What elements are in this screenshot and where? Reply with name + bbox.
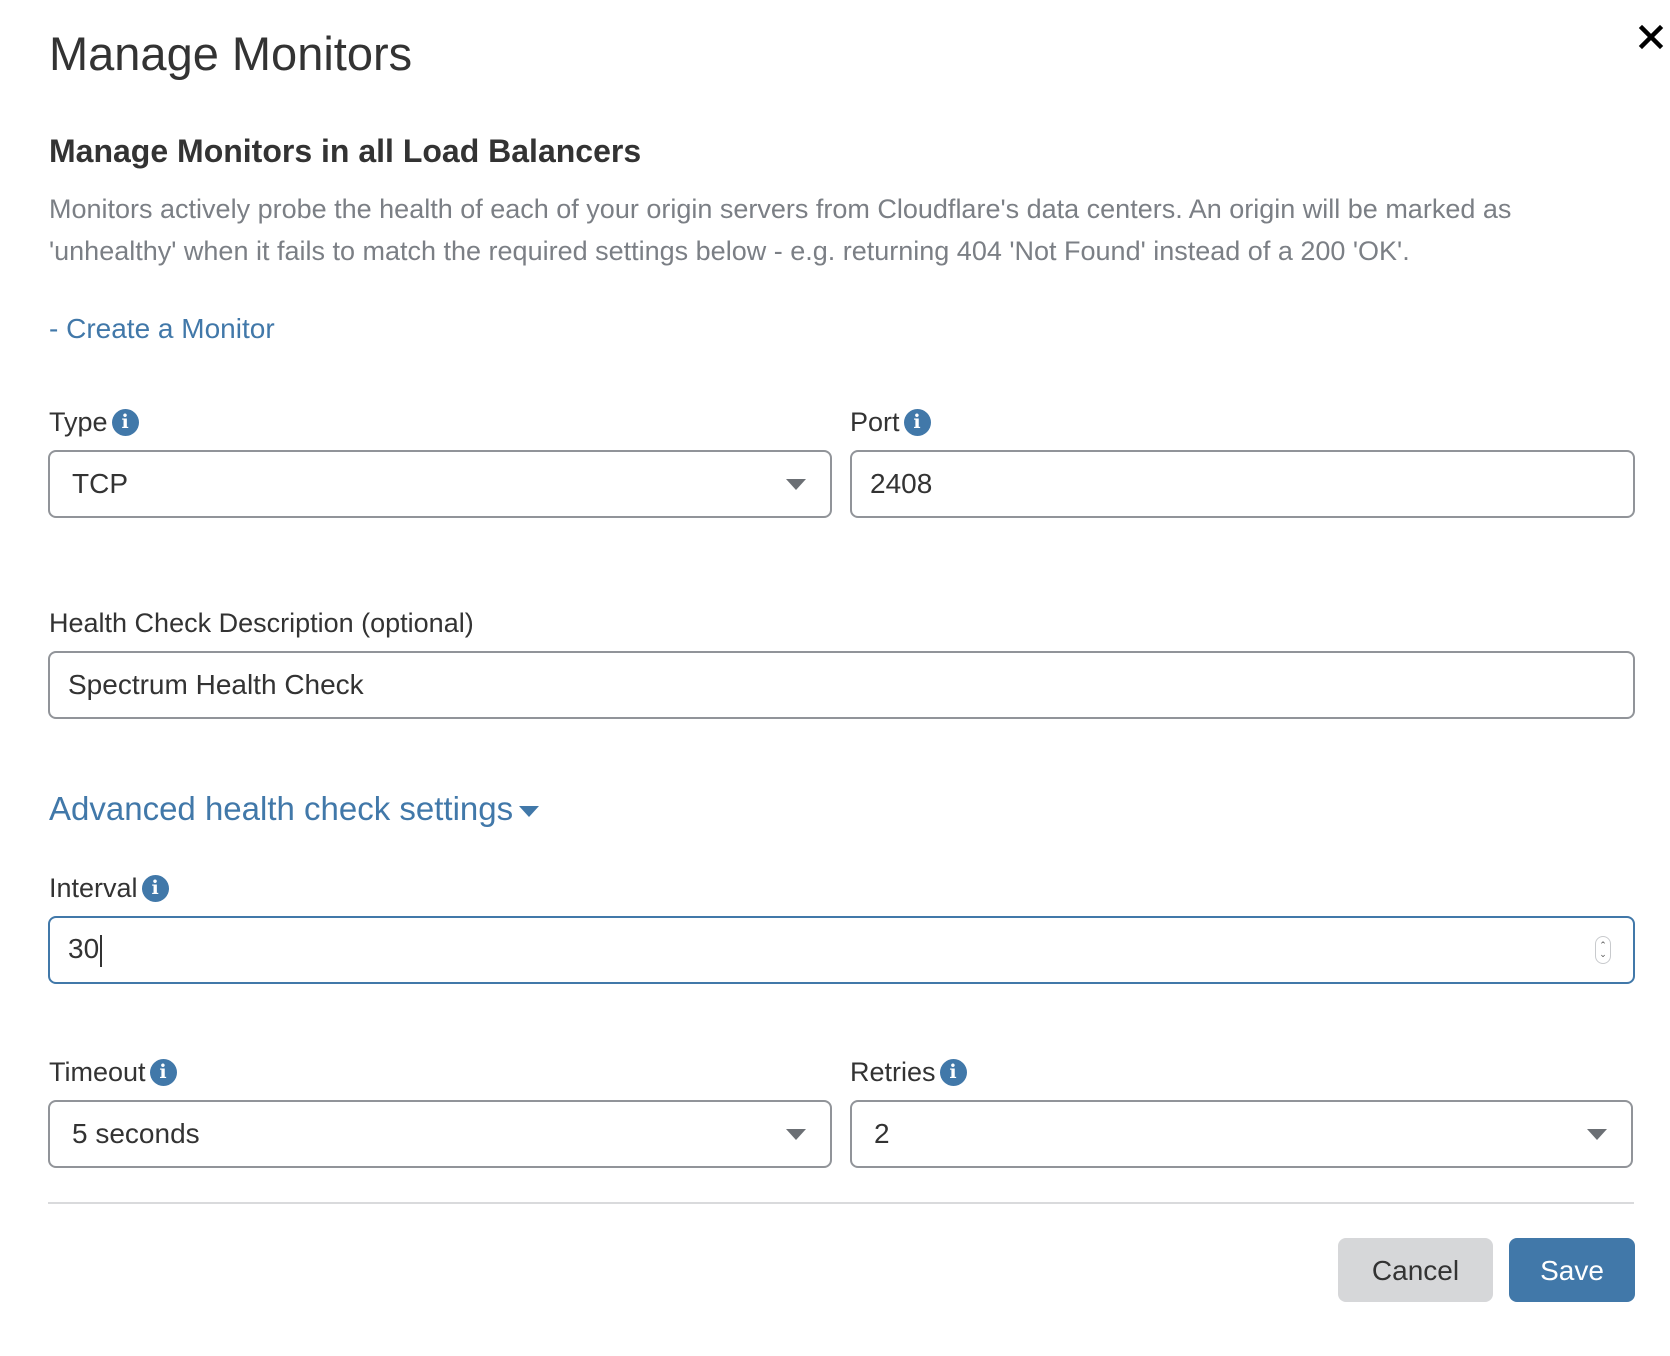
description-label-text: Health Check Description (optional) xyxy=(49,608,474,638)
interval-input-value: 30 xyxy=(50,933,103,967)
timeout-label: Timeout i xyxy=(49,1055,177,1089)
type-label: Type i xyxy=(49,405,139,439)
timeout-select[interactable]: 5 seconds xyxy=(48,1100,832,1168)
port-input[interactable]: 2408 xyxy=(850,450,1635,518)
number-spinner[interactable]: ⌃ ⌄ xyxy=(1595,936,1611,964)
description-label: Health Check Description (optional) xyxy=(49,606,474,640)
timeout-select-value: 5 seconds xyxy=(72,1118,200,1149)
interval-info-icon[interactable]: i xyxy=(141,874,169,902)
interval-label-text: Interval xyxy=(49,873,138,903)
advanced-settings-toggle[interactable]: Advanced health check settings xyxy=(49,788,540,830)
port-label: Port i xyxy=(850,405,931,439)
retries-label: Retries i xyxy=(850,1055,967,1089)
text-cursor xyxy=(100,934,103,967)
modal-title: Manage Monitors xyxy=(49,27,413,80)
chevron-down-icon xyxy=(786,1129,806,1140)
port-info-icon[interactable]: i xyxy=(903,408,931,436)
spinner-down-icon[interactable]: ⌄ xyxy=(1599,950,1607,959)
retries-info-icon[interactable]: i xyxy=(939,1058,967,1086)
save-button[interactable]: Save xyxy=(1509,1238,1635,1302)
type-select[interactable]: TCP xyxy=(48,450,832,518)
interval-input[interactable]: 30 ⌃ ⌄ xyxy=(48,916,1635,984)
type-label-text: Type xyxy=(49,407,108,437)
section-title: Manage Monitors in all Load Balancers xyxy=(49,133,642,169)
retries-label-text: Retries xyxy=(850,1057,936,1087)
section-description: Monitors actively probe the health of ea… xyxy=(49,194,1512,266)
port-label-text: Port xyxy=(850,407,900,437)
close-button[interactable] xyxy=(1636,22,1666,52)
retries-select-value: 2 xyxy=(874,1118,890,1149)
manage-monitors-modal: Manage Monitors Manage Monitors in all L… xyxy=(0,0,1670,1356)
type-select-value: TCP xyxy=(72,468,128,499)
chevron-down-icon xyxy=(786,479,806,490)
description-input-value: Spectrum Health Check xyxy=(68,669,364,700)
create-monitor-link[interactable]: - Create a Monitor xyxy=(49,311,275,347)
health-check-description-input[interactable]: Spectrum Health Check xyxy=(48,651,1635,719)
advanced-settings-label: Advanced health check settings xyxy=(49,790,514,827)
interval-value-text: 30 xyxy=(68,933,100,965)
chevron-down-icon xyxy=(1587,1129,1607,1140)
retries-select[interactable]: 2 xyxy=(850,1100,1633,1168)
timeout-info-icon[interactable]: i xyxy=(149,1058,177,1086)
port-input-value: 2408 xyxy=(870,468,933,499)
caret-down-icon xyxy=(519,805,540,817)
cancel-button[interactable]: Cancel xyxy=(1338,1238,1493,1302)
footer-divider xyxy=(48,1202,1634,1204)
interval-label: Interval i xyxy=(49,871,169,905)
close-icon xyxy=(1638,24,1664,50)
timeout-label-text: Timeout xyxy=(49,1057,146,1087)
type-info-icon[interactable]: i xyxy=(111,408,139,436)
